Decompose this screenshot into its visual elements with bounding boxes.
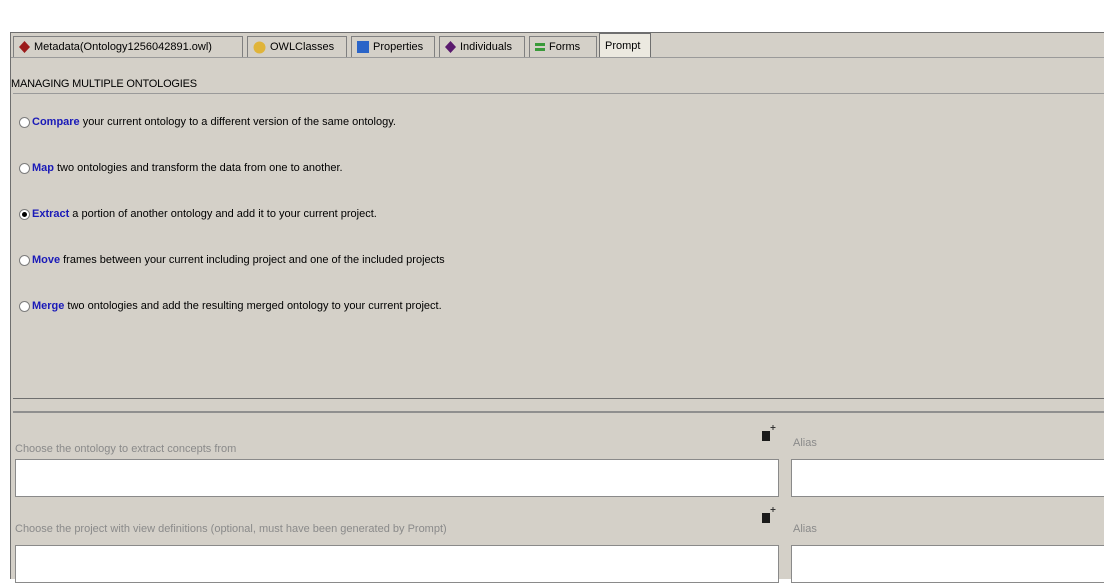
tab-label: Properties	[373, 41, 424, 53]
option-move[interactable]: Move frames between your current includi…	[19, 254, 445, 266]
radio-move[interactable]	[19, 254, 30, 266]
project-label: Choose the project with view definitions…	[15, 523, 447, 535]
tab-forms[interactable]: Forms	[529, 36, 597, 57]
alias-label: Alias	[793, 523, 817, 535]
ontology-label: Choose the ontology to extract concepts …	[15, 443, 237, 455]
radio-compare[interactable]	[19, 116, 30, 128]
add-file-icon[interactable]	[761, 507, 777, 523]
option-keyword: Compare	[32, 116, 80, 128]
radio-map[interactable]	[19, 162, 30, 174]
green-form-icon	[535, 43, 545, 51]
prompt-window: Metadata(Ontology1256042891.owl) OWLClas…	[10, 32, 1104, 583]
ontology-input[interactable]	[15, 459, 779, 497]
alias-label: Alias	[793, 437, 817, 449]
alias-input[interactable]	[791, 545, 1104, 583]
tab-prompt[interactable]: Prompt	[599, 33, 651, 57]
option-merge[interactable]: Merge two ontologies and add the resulti…	[19, 300, 442, 312]
project-input[interactable]	[15, 545, 779, 583]
add-file-icon[interactable]	[761, 425, 777, 441]
section-title: MANAGING MULTIPLE ONTOLOGIES	[11, 78, 197, 90]
option-keyword: Extract	[32, 208, 70, 220]
option-text: two ontologies and add the resulting mer…	[67, 300, 442, 312]
option-keyword: Map	[32, 162, 54, 174]
alias-input[interactable]	[791, 459, 1104, 497]
tab-label: Forms	[549, 41, 581, 53]
purple-diamond-icon	[445, 41, 456, 53]
option-text: frames between your current including pr…	[63, 254, 445, 266]
tab-label: Individuals	[460, 41, 512, 53]
tab-metadata[interactable]: Metadata(Ontology1256042891.owl)	[13, 36, 243, 57]
option-compare[interactable]: Compare your current ontology to a diffe…	[19, 116, 396, 128]
radio-extract[interactable]	[19, 208, 30, 220]
tab-owlclasses[interactable]: OWLClasses	[247, 36, 347, 57]
tab-bar: Metadata(Ontology1256042891.owl) OWLClas…	[11, 33, 1104, 57]
option-extract[interactable]: Extract a portion of another ontology an…	[19, 208, 377, 220]
tab-properties[interactable]: Properties	[351, 36, 435, 57]
tab-label: Metadata(Ontology1256042891.owl)	[34, 41, 212, 53]
option-text: your current ontology to a different ver…	[82, 116, 396, 128]
tab-label: OWLClasses	[270, 41, 335, 53]
option-text: two ontologies and transform the data fr…	[57, 162, 343, 174]
extract-form: Choose the ontology to extract concepts …	[13, 411, 1104, 583]
tab-individuals[interactable]: Individuals	[439, 36, 525, 57]
red-diamond-icon	[19, 41, 30, 53]
radio-merge[interactable]	[19, 300, 30, 312]
yellow-circle-icon	[253, 41, 266, 53]
options-panel: Compare your current ontology to a diffe…	[13, 93, 1104, 399]
option-map[interactable]: Map two ontologies and transform the dat…	[19, 162, 343, 174]
option-keyword: Move	[32, 254, 61, 266]
option-keyword: Merge	[32, 300, 65, 312]
option-text: a portion of another ontology and add it…	[72, 208, 377, 220]
blue-square-icon	[357, 41, 369, 53]
tab-divider	[11, 57, 1104, 58]
tab-label: Prompt	[605, 39, 641, 52]
